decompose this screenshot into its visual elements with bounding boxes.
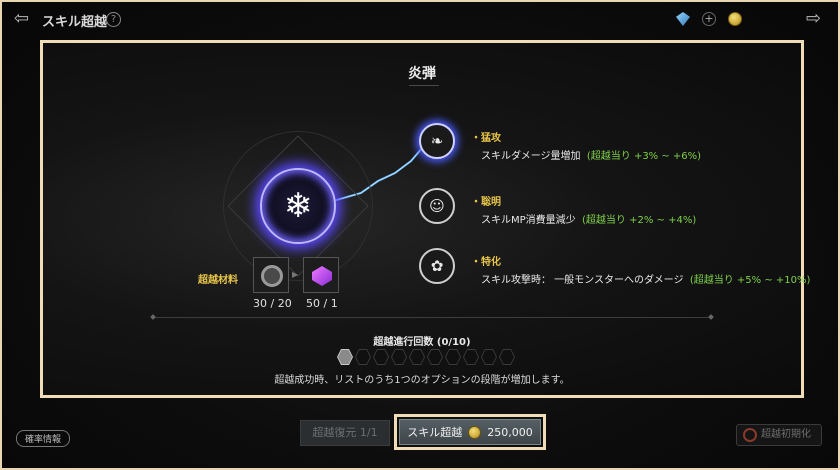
progress-label: 超越進行回数 (0/10) <box>373 337 471 348</box>
diamond-icon[interactable] <box>676 12 690 26</box>
option-title-2: ・聡明 <box>471 197 501 208</box>
person-icon: ☺ <box>429 197 445 215</box>
progress-hex <box>481 349 497 365</box>
progress-hex <box>373 349 389 365</box>
plus-icon[interactable]: + <box>702 12 716 26</box>
reset-icon <box>743 428 757 442</box>
progress-hex <box>427 349 443 365</box>
progress-hex <box>499 349 515 365</box>
flower-icon: ✿ <box>430 257 444 275</box>
material-slot-1[interactable] <box>253 257 289 293</box>
progress-hex <box>355 349 371 365</box>
help-icon[interactable]: ? <box>106 12 121 27</box>
progress-hex <box>409 349 425 365</box>
progress-hex <box>445 349 461 365</box>
material-slot-2[interactable] <box>303 257 339 293</box>
material-count-1: 30 / 20 <box>253 297 292 310</box>
option-desc-3: スキル攻撃時： 一般モンスターへのダメージ (超越当り +5% ~ +10%) <box>481 275 811 286</box>
skill-panel: 炎弾 ❄ 超越材料 ▶ 30 / 20 50 / 1 ❧ ・猛攻 スキルダメージ… <box>40 40 810 398</box>
transcend-button-frame: スキル超越 250,000 <box>394 414 546 450</box>
reset-label: 超越初期化 <box>761 429 811 440</box>
option-icon-wisdom[interactable]: ☺ <box>419 188 455 224</box>
probability-info-button[interactable]: 確率情報 <box>16 430 71 447</box>
transcend-note: 超越成功時、リストのうち1つのオプションの段階が増加します。 <box>274 375 570 386</box>
progress-hex <box>463 349 479 365</box>
purple-gem-icon <box>312 266 332 286</box>
skill-emblem: ❄ <box>223 131 373 281</box>
top-bar: ⇦ スキル超越 ? + ⇨ <box>2 2 838 36</box>
progress-hex <box>337 349 353 365</box>
transcend-label: スキル超越 <box>407 426 463 439</box>
option-icon-specialize[interactable]: ✿ <box>419 248 455 284</box>
materials-label: 超越材料 <box>198 275 238 286</box>
bird-icon: ❧ <box>430 132 444 150</box>
option-title-3: ・特化 <box>471 257 501 268</box>
window-frame: ⇦ スキル超越 ? + ⇨ 炎弾 ❄ 超越材料 ▶ 30 / 20 50 / 1… <box>0 0 840 470</box>
page-title: スキル超越 <box>42 15 108 30</box>
option-desc-2: スキルMP消費量減少 (超越当り +2% ~ +4%) <box>481 215 697 226</box>
option-icon-onslaught[interactable]: ❧ <box>419 123 455 159</box>
reset-button[interactable]: 超越初期化 <box>736 424 822 446</box>
stone-material-icon <box>261 265 283 287</box>
transcend-button[interactable]: スキル超越 250,000 <box>399 419 541 445</box>
gold-coin-icon[interactable] <box>728 12 742 26</box>
option-title-1: ・猛攻 <box>471 133 501 144</box>
currency-bar: + <box>676 12 742 26</box>
progress-hex <box>391 349 407 365</box>
progress-hexes <box>337 349 515 365</box>
restore-button[interactable]: 超越復元 1/1 <box>300 420 390 446</box>
option-desc-1: スキルダメージ量増加 (超越当り +3% ~ +6%) <box>481 151 702 162</box>
fire-projectile-icon: ❄ <box>283 186 313 226</box>
back-arrow-icon[interactable]: ⇦ <box>14 10 36 28</box>
chevron-right-icon: ▶ <box>292 270 299 279</box>
exit-icon[interactable]: ⇨ <box>806 8 828 30</box>
section-divider <box>155 317 709 318</box>
transcend-cost: 250,000 <box>487 425 533 439</box>
gold-coin-icon <box>468 425 482 439</box>
material-count-2: 50 / 1 <box>306 297 338 310</box>
